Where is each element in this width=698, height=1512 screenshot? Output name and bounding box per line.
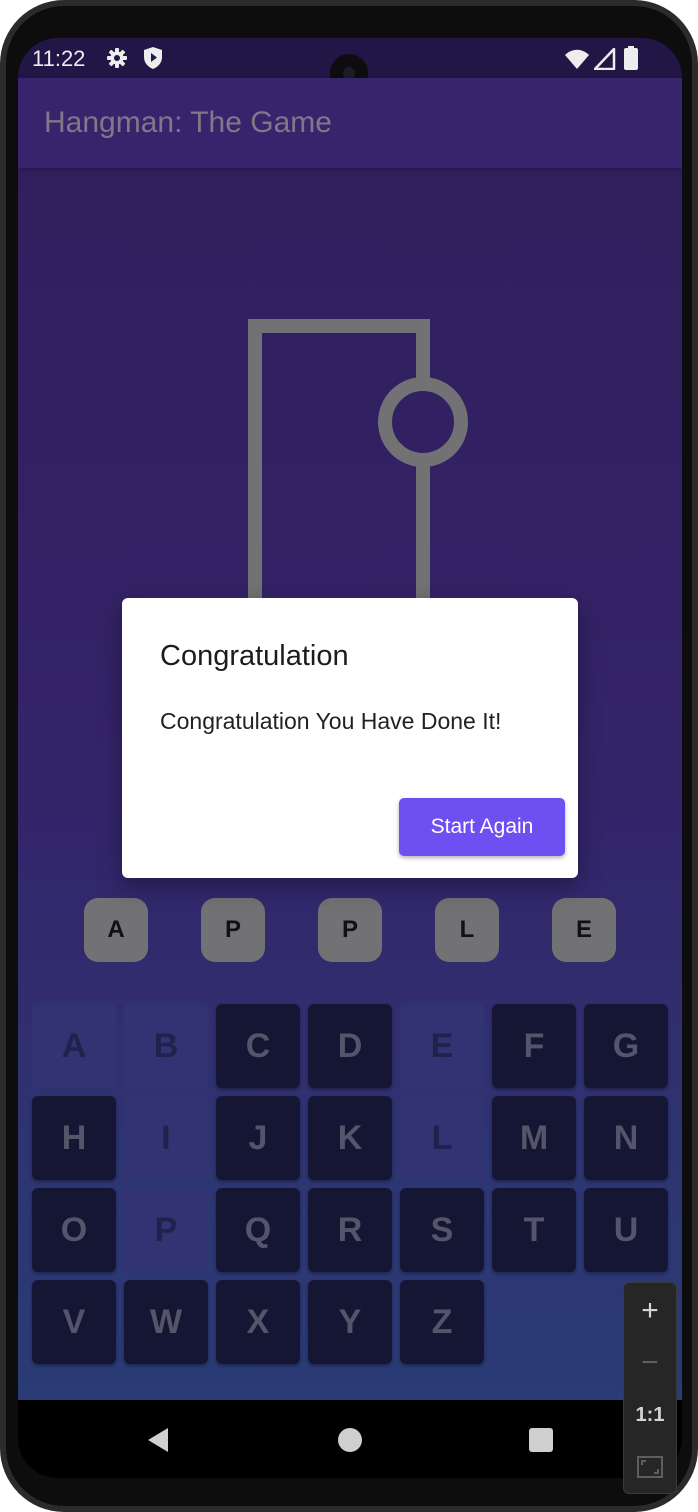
device-bezel: 11:22 Hangman: The Game A P P L E A B C … bbox=[6, 6, 692, 1506]
congratulation-dialog: Congratulation Congratulation You Have D… bbox=[122, 598, 578, 878]
zoom-ratio-button[interactable]: 1:1 bbox=[624, 1389, 676, 1441]
back-triangle-icon[interactable] bbox=[146, 1426, 170, 1454]
screen: 11:22 Hangman: The Game A P P L E A B C … bbox=[18, 38, 682, 1478]
home-circle-icon[interactable] bbox=[338, 1428, 362, 1452]
fit-screen-icon bbox=[637, 1456, 663, 1478]
zoom-out-button[interactable]: − bbox=[624, 1337, 676, 1389]
recents-square-icon[interactable] bbox=[529, 1428, 553, 1452]
dialog-message: Congratulation You Have Done It! bbox=[160, 708, 502, 734]
device-frame: 11:22 Hangman: The Game A P P L E A B C … bbox=[0, 0, 698, 1512]
navigation-bar bbox=[18, 1400, 682, 1478]
start-again-button[interactable]: Start Again bbox=[399, 798, 565, 856]
fit-screen-button[interactable] bbox=[624, 1441, 676, 1493]
dialog-title: Congratulation bbox=[160, 640, 349, 672]
zoom-in-button[interactable]: + bbox=[624, 1285, 676, 1337]
zoom-controls: + − 1:1 bbox=[623, 1282, 677, 1494]
